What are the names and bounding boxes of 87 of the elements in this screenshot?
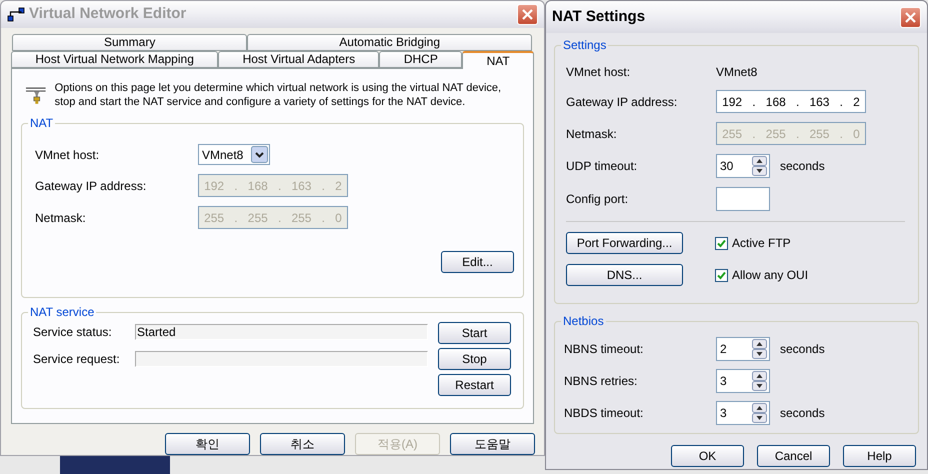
dot-separator: . — [322, 210, 325, 226]
tab[interactable]: DHCP — [379, 51, 462, 68]
status-field: Started — [135, 324, 428, 340]
field-label: Service status: — [33, 324, 113, 341]
close-button[interactable] — [517, 4, 538, 25]
octet: 2 — [335, 178, 342, 194]
octet: 255 — [722, 126, 742, 142]
octet: 255 — [809, 126, 830, 142]
octet: 168 — [248, 178, 268, 194]
spin-field[interactable]: 30 — [716, 154, 770, 178]
input-field[interactable] — [716, 187, 770, 211]
dot-separator: . — [796, 126, 800, 142]
window-title: Virtual Network Editor — [29, 4, 188, 24]
button[interactable]: Port Forwarding... — [566, 232, 683, 254]
tab[interactable]: Host Virtual Network Mapping — [11, 51, 218, 68]
button[interactable]: Restart — [438, 374, 511, 396]
checkbox-label: Active FTP — [732, 235, 791, 252]
dot-separator: . — [278, 178, 282, 194]
spin-field[interactable]: 3 — [716, 401, 770, 425]
tab[interactable]: Automatic Bridging — [247, 34, 532, 51]
field-label: UDP timeout: — [566, 158, 638, 175]
field-label: Netmask: — [35, 210, 87, 226]
button[interactable]: Stop — [438, 348, 511, 370]
octet: 163 — [809, 94, 830, 110]
dot-separator: . — [840, 126, 843, 142]
button[interactable]: 도움말 — [450, 433, 535, 455]
unit-label: seconds — [780, 405, 825, 422]
field-label: Config port: — [566, 191, 630, 208]
field-label: NBDS timeout: — [564, 405, 644, 422]
field-label: NBNS retries: — [564, 373, 638, 390]
field-label: VMnet host: — [566, 64, 632, 81]
dot-separator: . — [322, 178, 325, 194]
checkbox[interactable] — [715, 268, 728, 282]
field-label: Service request: — [33, 351, 121, 368]
group-title: Settings — [561, 38, 608, 52]
button[interactable]: Cancel — [757, 445, 830, 467]
field-label: Gateway IP address: — [35, 178, 148, 194]
field-label: Netmask: — [566, 126, 618, 142]
spin-field[interactable]: 2 — [716, 337, 770, 361]
octet: 255 — [248, 210, 268, 226]
network-icon — [7, 6, 25, 22]
dot-separator: . — [752, 94, 756, 110]
button[interactable]: OK — [671, 445, 744, 467]
dot-separator: . — [796, 94, 800, 110]
tab[interactable]: NAT — [462, 51, 534, 69]
octet: 168 — [766, 94, 786, 110]
octet: 255 — [291, 210, 312, 226]
dot-separator: . — [752, 126, 756, 142]
tab[interactable]: Host Virtual Adapters — [218, 51, 380, 68]
button[interactable]: 취소 — [260, 433, 345, 455]
octet: 0 — [335, 210, 342, 226]
description-text: Options on this page let you determine which virtual network is using the virtual NAT device, stop and start the NAT service and configure a variety of settings for the NAT device. — [54, 81, 502, 109]
dot-separator: . — [234, 178, 238, 194]
field-label: NBNS timeout: — [564, 341, 644, 358]
close-icon[interactable] — [522, 9, 533, 20]
octet: 255 — [766, 126, 786, 142]
close-icon[interactable] — [905, 12, 916, 22]
value-text: VMnet8 — [716, 64, 758, 81]
button[interactable]: Help — [843, 445, 916, 467]
unit-label: seconds — [780, 158, 825, 175]
button[interactable]: 확인 — [165, 433, 250, 455]
octet: 255 — [204, 210, 224, 226]
unit-label: seconds — [780, 341, 825, 358]
button[interactable]: Start — [438, 322, 511, 344]
octet: 192 — [722, 94, 742, 110]
dot-separator: . — [840, 94, 843, 110]
ip-address-field[interactable]: 192 . 168 . 163 . 2 — [716, 90, 866, 113]
octet: 2 — [853, 94, 860, 110]
tab[interactable]: Summary — [12, 34, 248, 51]
checkbox-label: Allow any OUI — [732, 267, 808, 284]
dropdown[interactable]: VMnet8 — [198, 144, 270, 165]
dot-separator: . — [278, 210, 282, 226]
octet: 163 — [291, 178, 312, 194]
field-label: VMnet host: — [35, 146, 100, 164]
button[interactable]: DNS... — [566, 264, 683, 286]
group-title: NAT — [28, 116, 56, 130]
octet: 192 — [204, 178, 224, 194]
group-title: NAT service — [28, 305, 96, 319]
window-title: NAT Settings — [552, 6, 646, 27]
close-button[interactable] — [900, 6, 921, 28]
dot-separator: . — [234, 210, 238, 226]
field-label: Gateway IP address: — [566, 94, 678, 110]
checkbox[interactable] — [715, 236, 728, 250]
group-title: Netbios — [561, 314, 606, 328]
button[interactable]: Edit... — [441, 251, 514, 273]
octet: 0 — [853, 126, 860, 142]
spin-field[interactable]: 3 — [716, 369, 770, 393]
